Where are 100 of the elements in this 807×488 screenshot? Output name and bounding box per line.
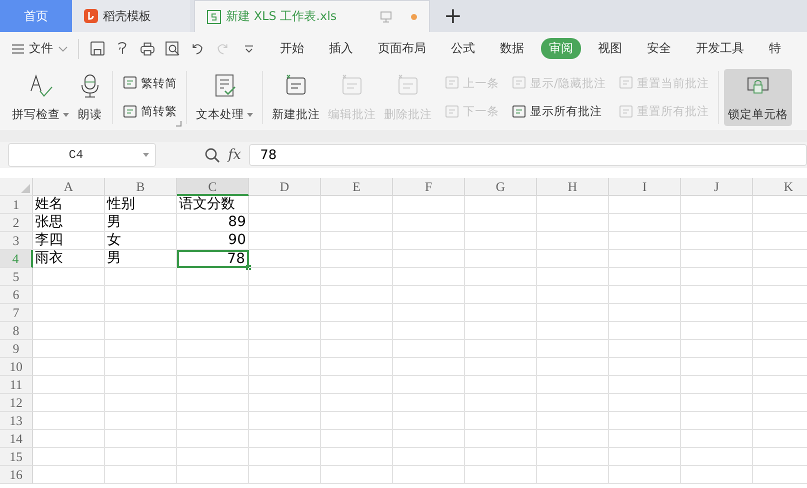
ribbon-button[interactable]: 锁定单元格 [724,69,792,126]
comment-icon [122,104,138,120]
table-cell: 张思 [33,214,105,232]
save-icon[interactable] [90,41,105,56]
row-header[interactable]: 6 [0,286,33,304]
ribbon-button[interactable]: 繁转简 [118,73,181,94]
table-cell [105,304,177,322]
row-header[interactable]: 13 [0,412,33,430]
table-cell [249,358,321,376]
table-cell [321,394,393,412]
table-cell [33,286,105,304]
column-header[interactable]: G [465,178,537,196]
zoom-icon[interactable] [204,147,220,163]
ribbon-tab[interactable]: 公式 [443,38,483,59]
row-header[interactable]: 1 [0,196,33,214]
fill-handle[interactable] [246,265,251,270]
ribbon-button[interactable]: 拼写检查 [8,69,73,126]
ribbon-tab[interactable]: 审阅 [541,38,581,59]
table-cell [105,412,177,430]
table-cell: 语文分数 [177,196,249,214]
column-header[interactable]: F [393,178,465,196]
table-cell [33,304,105,322]
column-header[interactable]: D [249,178,321,196]
table-cell [249,448,321,466]
ribbon-tab[interactable]: 开始 [272,38,312,59]
row-header[interactable]: 7 [0,304,33,322]
table-cell [105,286,177,304]
table-cell [681,268,753,286]
table-cell [393,340,465,358]
table-cell [321,268,393,286]
ribbon-tab[interactable]: 安全 [639,38,679,59]
table-cell [249,196,321,214]
table-cell [465,286,537,304]
table-cell [609,466,681,484]
column-header[interactable]: J [681,178,753,196]
ribbon-button[interactable]: 新建批注 [268,69,324,126]
formula-field[interactable]: 78 [249,144,807,166]
table-cell [465,268,537,286]
ribbon-tab[interactable]: 视图 [590,38,630,59]
undo-icon[interactable] [190,41,205,56]
row-header[interactable]: 8 [0,322,33,340]
column-header[interactable]: K [753,178,807,196]
document-tab[interactable]: 新建 XLS 工作表.xls [194,0,430,32]
table-cell [681,430,753,448]
column-header[interactable]: H [537,178,609,196]
ribbon-button[interactable]: 显示所有批注 [507,102,610,122]
column-header[interactable]: A [33,178,105,196]
column-header[interactable]: I [609,178,681,196]
table-cell [177,376,249,394]
row-header[interactable]: 12 [0,394,33,412]
name-box[interactable]: C4 [8,143,156,167]
column-header[interactable]: C [177,178,249,196]
table-cell [321,358,393,376]
table-cell [609,286,681,304]
table-cell: 男 [105,250,177,268]
ribbon-tab[interactable]: 数据 [492,38,532,59]
row-header[interactable]: 9 [0,340,33,358]
table-cell [681,286,753,304]
table-cell [33,322,105,340]
table-cell [537,448,609,466]
dialog-launcher-icon[interactable] [176,121,182,127]
table-cell [321,466,393,484]
table-cell [681,196,753,214]
row-header[interactable]: 11 [0,376,33,394]
print-icon[interactable] [140,41,155,56]
function-button[interactable]: fx [228,147,242,163]
print-preview-icon[interactable] [165,41,180,56]
new-tab-button[interactable]: + [430,0,476,32]
row-header[interactable]: 14 [0,430,33,448]
table-cell [681,250,753,268]
table-cell [609,376,681,394]
ribbon-button[interactable]: 简转繁 [118,102,181,122]
table-cell [393,448,465,466]
column-header[interactable]: B [105,178,177,196]
triangle-icon [21,184,30,193]
ribbon-tab[interactable]: 特 [761,38,789,59]
ribbon-tab[interactable]: 插入 [321,38,361,59]
table-cell [105,358,177,376]
table-cell [321,376,393,394]
document-tab[interactable]: 稻壳模板 [72,0,190,32]
row-header[interactable]: 16 [0,466,33,484]
row-header[interactable]: 4 [0,250,33,268]
row-header[interactable]: 2 [0,214,33,232]
comment-icon [618,104,634,120]
column-header[interactable]: E [321,178,393,196]
document-tab[interactable]: 首页 [0,0,72,32]
ribbon-button[interactable]: 朗读 [73,69,107,126]
row-header[interactable]: 15 [0,448,33,466]
ribbon-tab[interactable]: 页面布局 [370,38,434,59]
file-menu-button[interactable]: 文件 [8,40,72,57]
ribbon-button[interactable]: 文本处理 [192,69,257,126]
row-header[interactable]: 3 [0,232,33,250]
row-header[interactable]: 5 [0,268,33,286]
table-cell [609,340,681,358]
ribbon-tab[interactable]: 开发工具 [688,38,752,59]
table-cell [177,430,249,448]
row-header[interactable]: 10 [0,358,33,376]
comment-icon [511,104,527,120]
table-cell [321,448,393,466]
table-cell [249,214,321,232]
